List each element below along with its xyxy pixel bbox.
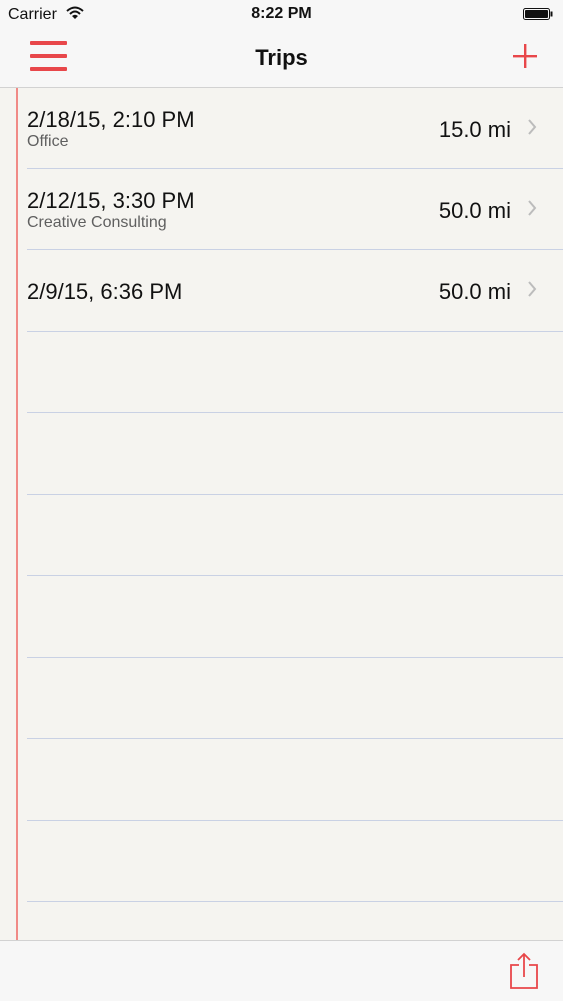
trip-row[interactable]: 2/18/15, 2:10 PM Office 15.0 mi [18, 88, 563, 169]
rule-line [27, 575, 563, 576]
chevron-right-icon [528, 200, 537, 216]
status-bar: Carrier 8:22 PM [0, 0, 563, 30]
rule-line [27, 820, 563, 821]
chevron-right-icon [528, 119, 537, 135]
trip-date: 2/12/15, 3:30 PM [27, 188, 195, 213]
plus-icon [513, 44, 537, 68]
rule-line [27, 412, 563, 413]
trip-distance: 15.0 mi [438, 117, 511, 142]
share-icon [510, 952, 538, 989]
chevron-right-icon [528, 281, 537, 297]
bottom-toolbar [0, 940, 563, 1001]
trip-distance: 50.0 mi [438, 198, 511, 223]
trip-client: Creative Consulting [27, 214, 167, 231]
add-trip-button[interactable] [511, 42, 539, 70]
rule-line [27, 494, 563, 495]
trip-row[interactable]: 2/12/15, 3:30 PM Creative Consulting 50.… [18, 169, 563, 250]
trip-date: 2/18/15, 2:10 PM [27, 107, 195, 132]
page-title: Trips [255, 45, 308, 70]
share-button[interactable] [509, 952, 539, 990]
navigation-bar: Trips [0, 30, 563, 88]
rule-line [27, 331, 563, 332]
trip-client: Office [27, 133, 69, 150]
trip-date: 2/9/15, 6:36 PM [27, 279, 183, 304]
trip-list[interactable]: 2/18/15, 2:10 PM Office 15.0 mi 2/12/15,… [0, 88, 563, 940]
trip-row[interactable]: 2/9/15, 6:36 PM 50.0 mi [18, 250, 563, 331]
rule-line [27, 738, 563, 739]
trip-distance: 50.0 mi [438, 279, 511, 304]
battery-icon [523, 8, 553, 20]
rule-line [27, 901, 563, 902]
status-time: 8:22 PM [251, 5, 312, 22]
rule-line [27, 657, 563, 658]
